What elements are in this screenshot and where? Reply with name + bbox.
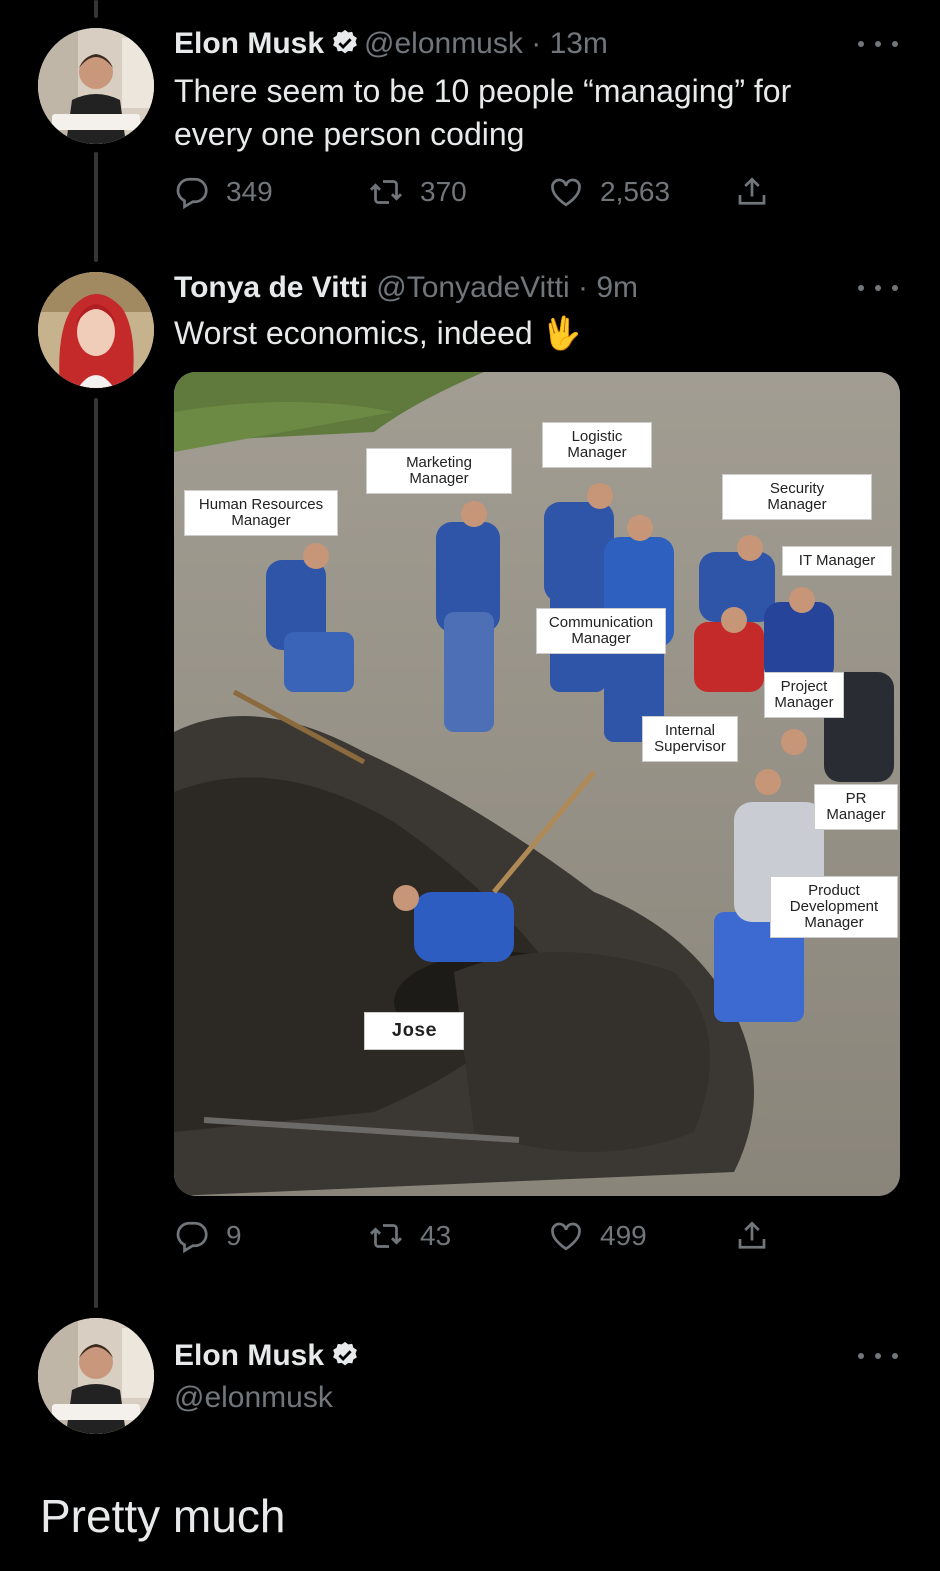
label-security-manager: Security Manager (722, 474, 872, 520)
author-handle[interactable]: @elonmusk (174, 1381, 333, 1414)
label-it-manager: IT Manager (782, 546, 892, 576)
author-name[interactable]: Elon Musk (174, 27, 324, 60)
more-icon[interactable] (858, 278, 898, 298)
tweet-text-line: every one person coding (174, 116, 525, 152)
label-logistic-manager: Logistic Manager (542, 422, 652, 468)
like-count: 2,563 (600, 176, 671, 207)
thread-line (94, 398, 98, 1308)
avatar-image (38, 272, 154, 388)
label-pr-manager: PR Manager (814, 784, 898, 830)
tweet-text-body: Worst economics, indeed (174, 315, 533, 351)
avatar-image (38, 1318, 154, 1434)
retweet-button[interactable]: 43 (368, 1216, 451, 1256)
avatar-image (38, 28, 154, 144)
label-communication-manager: Communication Manager (536, 608, 666, 654)
reply-button[interactable]: 349 (174, 172, 273, 212)
reply-count: 9 (226, 1220, 242, 1251)
label-product-development-manager: Product Development Manager (770, 876, 898, 938)
avatar-elon-musk[interactable] (38, 1318, 154, 1434)
reply-icon (176, 1221, 208, 1254)
separator-dot: · (577, 271, 588, 304)
avatar-tonya-de-vitti[interactable] (38, 272, 154, 388)
thread-line (94, 0, 98, 18)
like-button[interactable]: 2,563 (548, 172, 670, 212)
like-count: 499 (600, 1220, 647, 1251)
thread-line (94, 152, 98, 262)
label-internal-supervisor: Internal Supervisor (642, 716, 738, 762)
share-button[interactable] (734, 172, 786, 212)
tweet-text: Worst economics, indeed 🖖 (174, 312, 874, 355)
retweet-count: 43 (420, 1220, 452, 1251)
tweet-time[interactable]: 13m (550, 27, 608, 60)
heart-icon (551, 1222, 581, 1251)
tweet-image[interactable]: Human Resources Manager Marketing Manage… (174, 372, 900, 1196)
tweet-header: Tonya de Vitti @TonyadeVitti · 9m (174, 270, 638, 306)
tweet-text-line: There seem to be 10 people “managing” fo… (174, 73, 792, 109)
avatar-elon-musk[interactable] (38, 28, 154, 144)
retweet-button[interactable]: 370 (368, 172, 467, 212)
tweet-handle-row: @elonmusk (174, 1380, 333, 1416)
label-marketing-manager: Marketing Manager (366, 448, 512, 494)
author-name[interactable]: Tonya de Vitti (174, 271, 368, 304)
verified-badge-icon (333, 1341, 357, 1366)
more-icon[interactable] (858, 1346, 898, 1366)
retweet-count: 370 (420, 176, 467, 207)
vulcan-salute-emoji: 🖖 (541, 315, 582, 351)
share-icon (738, 1221, 766, 1249)
like-button[interactable]: 499 (548, 1216, 647, 1256)
reply-button[interactable]: 9 (174, 1216, 242, 1256)
retweet-icon (370, 1224, 402, 1248)
retweet-icon (370, 180, 402, 204)
label-project-manager: Project Manager (764, 672, 844, 718)
tweet-time[interactable]: 9m (596, 271, 638, 304)
label-jose: Jose (364, 1012, 464, 1050)
tweet-header: Elon Musk (174, 1338, 364, 1374)
author-handle[interactable]: @elonmusk (364, 27, 523, 60)
reply-count: 349 (226, 176, 273, 207)
tweet-actions: 9 43 499 (174, 1216, 794, 1256)
author-name[interactable]: Elon Musk (174, 1339, 324, 1372)
tweet-actions: 349 370 2,563 (174, 172, 794, 212)
tweet-text: There seem to be 10 people “managing” fo… (174, 70, 874, 156)
verified-badge-icon (333, 29, 357, 54)
more-icon[interactable] (858, 34, 898, 54)
heart-icon (551, 178, 581, 207)
share-icon (738, 177, 766, 205)
tweet-text: Pretty much (40, 1490, 286, 1542)
author-handle[interactable]: @TonyadeVitti (376, 271, 569, 304)
tweet-header: Elon Musk @elonmusk · 13m (174, 26, 608, 62)
separator-dot: · (531, 27, 542, 60)
reply-icon (176, 177, 208, 210)
label-hr-manager: Human Resources Manager (184, 490, 338, 536)
share-button[interactable] (734, 1216, 786, 1256)
